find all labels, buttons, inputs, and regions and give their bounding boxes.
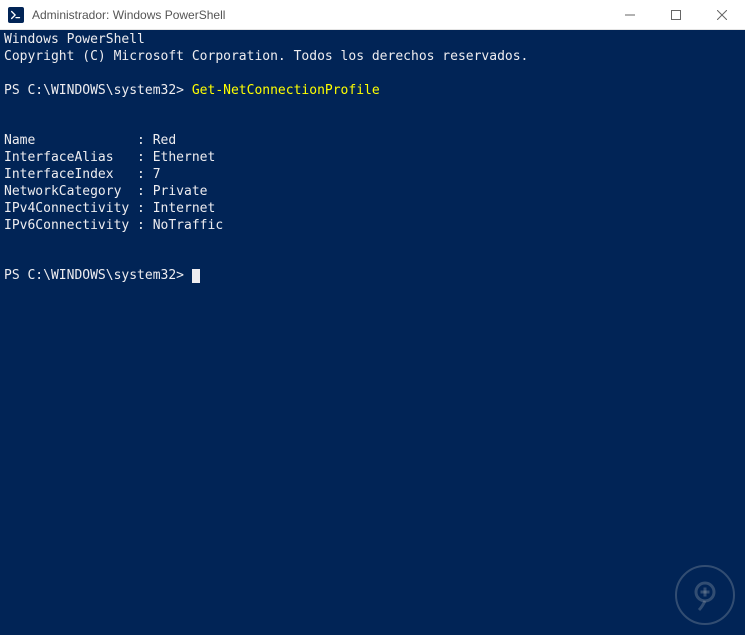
- maximize-button[interactable]: [653, 0, 699, 29]
- minimize-button[interactable]: [607, 0, 653, 29]
- powershell-window: Administrador: Windows PowerShell Window…: [0, 0, 745, 635]
- powershell-icon: [8, 7, 24, 23]
- titlebar[interactable]: Administrador: Windows PowerShell: [0, 0, 745, 30]
- command-text: Get-NetConnectionProfile: [192, 83, 380, 98]
- close-icon: [717, 10, 727, 20]
- terminal-area[interactable]: Windows PowerShell Copyright (C) Microso…: [0, 30, 745, 635]
- close-button[interactable]: [699, 0, 745, 29]
- minimize-icon: [625, 10, 635, 20]
- copyright-line: Copyright (C) Microsoft Corporation. Tod…: [4, 49, 528, 64]
- maximize-icon: [671, 10, 681, 20]
- prompt: PS C:\WINDOWS\system32>: [4, 83, 192, 98]
- command-output: Name : Red InterfaceAlias : Ethernet Int…: [4, 133, 223, 232]
- cursor: [192, 269, 200, 283]
- prompt: PS C:\WINDOWS\system32>: [4, 268, 192, 283]
- header-line: Windows PowerShell: [4, 32, 145, 47]
- window-title: Administrador: Windows PowerShell: [32, 8, 607, 22]
- window-controls: [607, 0, 745, 29]
